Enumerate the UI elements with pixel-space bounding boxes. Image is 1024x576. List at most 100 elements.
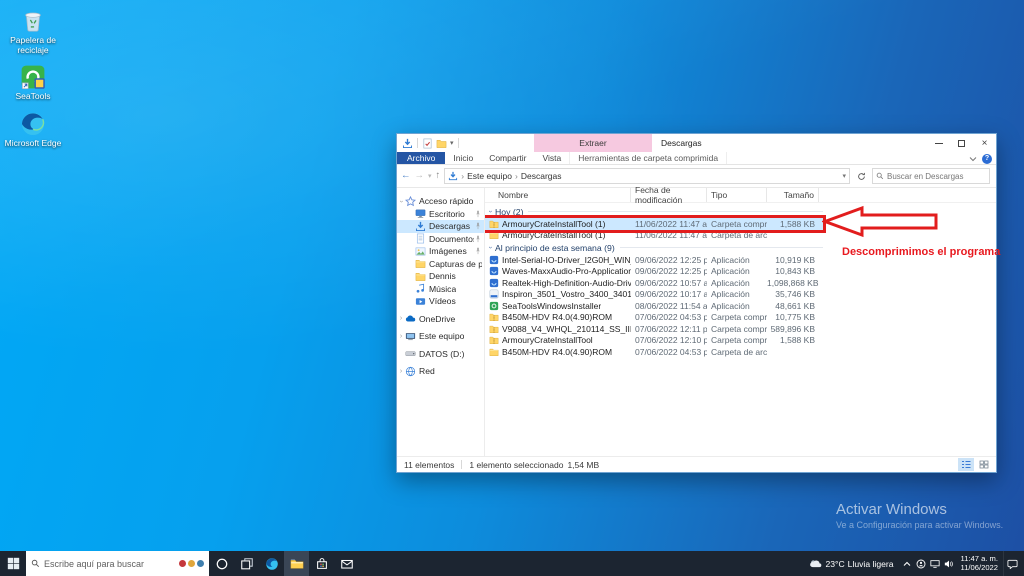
desktop-icon-label: Papelera de reciclaje — [4, 36, 62, 55]
refresh-button[interactable] — [854, 168, 868, 184]
customize-qat-button[interactable]: ▾ — [450, 139, 454, 147]
file-row[interactable]: ArmouryCrateInstallTool07/06/2022 12:10 … — [485, 335, 823, 347]
taskbar-apps — [209, 551, 359, 576]
address-bar[interactable]: ›Este equipo›Descargas ▾ — [444, 168, 850, 184]
file-date: 07/06/2022 12:11 p. m. — [631, 324, 707, 334]
start-button[interactable] — [0, 551, 26, 576]
desktop-icon-microsoft-edge[interactable]: Microsoft Edge — [4, 111, 62, 149]
downloads-folder-icon[interactable] — [402, 138, 413, 149]
file-name-cell: ArmouryCrateInstallTool (1) — [485, 230, 631, 240]
folder-icon — [415, 258, 426, 269]
sidebar-item-descargas[interactable]: Descargas — [397, 220, 484, 233]
forward-button[interactable]: → — [415, 171, 425, 181]
weather-widget[interactable]: 23°C Lluvia ligera — [803, 558, 899, 569]
sidebar-item-documentos[interactable]: Documentos — [397, 233, 484, 246]
sidebar-item-dennis[interactable]: Dennis — [397, 270, 484, 283]
large-icons-view-button[interactable] — [976, 458, 992, 471]
taskbar-app-task-view[interactable] — [234, 551, 259, 576]
minimize-button[interactable] — [927, 134, 950, 152]
recent-locations-icon[interactable]: ▾ — [428, 173, 432, 180]
onedrive-icon — [405, 313, 416, 324]
tab-compartir[interactable]: Compartir — [481, 152, 534, 164]
expand-ribbon-icon[interactable] — [969, 156, 977, 162]
network-icon[interactable] — [928, 551, 942, 576]
expander-icon[interactable]: › — [398, 197, 405, 205]
volume-icon[interactable] — [942, 551, 956, 576]
sidebar-item-este-equipo[interactable]: ›Este equipo — [397, 330, 484, 343]
breadcrumb-descargas[interactable]: Descargas — [521, 171, 562, 181]
sidebar-item-onedrive[interactable]: ›OneDrive — [397, 313, 484, 326]
contextual-tab-extraer[interactable]: Extraer — [534, 134, 652, 152]
column-header-name[interactable]: Nombre — [485, 188, 631, 202]
item-count: 11 elementos — [404, 460, 454, 470]
breadcrumb-este-equipo[interactable]: Este equipo — [467, 171, 512, 181]
navigation-pane: › Acceso rápido EscritorioDescargasDocumen… — [397, 188, 485, 456]
expander-icon[interactable]: › — [397, 315, 405, 322]
tab-vista[interactable]: Vista — [535, 152, 570, 164]
taskbar-app-mail[interactable] — [334, 551, 359, 576]
taskbar-app-file-explorer[interactable] — [284, 551, 309, 576]
file-date: 11/06/2022 11:47 a. m. — [631, 219, 707, 229]
file-date: 09/06/2022 10:57 a. m. — [631, 278, 707, 288]
properties-button[interactable] — [422, 138, 433, 149]
clock[interactable]: 11:47 a. m. 11/06/2022 — [956, 555, 1003, 572]
address-dropdown-icon[interactable]: ▾ — [842, 172, 846, 180]
tab-herramientas-de-carpeta-comprimida[interactable]: Herramientas de carpeta comprimida — [569, 152, 727, 164]
column-header-size[interactable]: Tamaño — [767, 188, 819, 202]
file-row[interactable]: Inspiron_3501_Vostro_3400_3401_3500_35..… — [485, 289, 823, 301]
group-header[interactable]: ›Al principio de esta semana (9) — [485, 241, 823, 254]
back-button[interactable]: ← — [401, 171, 411, 181]
file-row[interactable]: Intel-Serial-IO-Driver_I2G0H_WIN_30.100.… — [485, 254, 823, 266]
column-header-date[interactable]: ›Fecha de modificación — [631, 188, 707, 202]
sidebar-item-escritorio[interactable]: Escritorio — [397, 208, 484, 221]
group-header[interactable]: ›Hoy (2) — [485, 205, 823, 218]
taskbar-app-store[interactable] — [309, 551, 334, 576]
sidebar-item-v-deos[interactable]: Vídeos — [397, 295, 484, 308]
sidebar-item-im-genes[interactable]: Imágenes — [397, 245, 484, 258]
people-icon[interactable] — [914, 551, 928, 576]
column-header-type[interactable]: Tipo — [707, 188, 767, 202]
sidebar-item-datos-d-[interactable]: DATOS (D:) — [397, 348, 484, 361]
taskbar-app-edge[interactable] — [259, 551, 284, 576]
explorer-search-input[interactable] — [887, 172, 986, 181]
tab-inicio[interactable]: Inicio — [445, 152, 481, 164]
system-tray: 23°C Lluvia ligera 11:47 a. m. 11/06/202… — [803, 551, 1024, 576]
file-row[interactable]: Waves-MaxxAudio-Pro-Application_M96...09… — [485, 266, 823, 278]
tab-archivo[interactable]: Archivo — [397, 152, 445, 164]
quick-access-toolbar: ▾ — [397, 138, 460, 149]
sidebar-item-red[interactable]: ›Red — [397, 365, 484, 378]
desktop-icon-recycle-bin[interactable]: Papelera de reciclaje — [4, 8, 62, 55]
details-view-button[interactable] — [958, 458, 974, 471]
file-row[interactable]: ArmouryCrateInstallTool (1)11/06/2022 11… — [485, 218, 823, 230]
file-row[interactable]: B450M-HDV R4.0(4.90)ROM07/06/2022 04:53 … — [485, 346, 823, 358]
file-row[interactable]: V9088_V4_WHQL_210114_SS_III_3.16.14.0_..… — [485, 323, 823, 335]
desktop-icon-label: SeaTools — [16, 92, 51, 102]
expander-icon[interactable]: › — [397, 368, 405, 375]
sidebar-item-label: Capturas de pantall — [429, 259, 482, 269]
app-green-icon — [489, 301, 499, 311]
file-name-cell: V9088_V4_WHQL_210114_SS_III_3.16.14.0_..… — [485, 324, 631, 334]
desktop-icon-seatools[interactable]: SeaTools — [4, 64, 62, 102]
maximize-button[interactable] — [950, 134, 973, 152]
file-row[interactable]: SeaToolsWindowsInstaller08/06/2022 11:54… — [485, 300, 823, 312]
up-button[interactable]: ↑ — [436, 171, 441, 181]
file-name: B450M-HDV R4.0(4.90)ROM — [502, 312, 612, 322]
hidden-icons-chevron-icon[interactable] — [900, 551, 914, 576]
sidebar-item-acceso-r-pido[interactable]: › Acceso rápido — [397, 195, 484, 208]
file-row[interactable]: B450M-HDV R4.0(4.90)ROM07/06/2022 04:53 … — [485, 312, 823, 324]
taskbar-app-cortana[interactable] — [209, 551, 234, 576]
sidebar-item-label: Acceso rápido — [419, 196, 473, 206]
sidebar-item-capturas-de-pantall[interactable]: Capturas de pantall — [397, 258, 484, 271]
taskbar-search-box[interactable] — [26, 551, 209, 576]
close-button[interactable]: × — [973, 134, 996, 152]
new-folder-button[interactable] — [436, 138, 447, 149]
file-row[interactable]: Realtek-High-Definition-Audio-Driver_TX.… — [485, 277, 823, 289]
file-row[interactable]: ArmouryCrateInstallTool (1)11/06/2022 11… — [485, 230, 823, 242]
help-icon[interactable]: ? — [982, 154, 992, 164]
file-name: SeaToolsWindowsInstaller — [502, 301, 601, 311]
expander-icon[interactable]: › — [397, 333, 405, 340]
explorer-search-box[interactable] — [872, 168, 990, 184]
sidebar-item-m-sica[interactable]: Música — [397, 283, 484, 296]
taskbar-search-input[interactable] — [44, 559, 175, 569]
action-center-icon[interactable] — [1003, 551, 1021, 576]
